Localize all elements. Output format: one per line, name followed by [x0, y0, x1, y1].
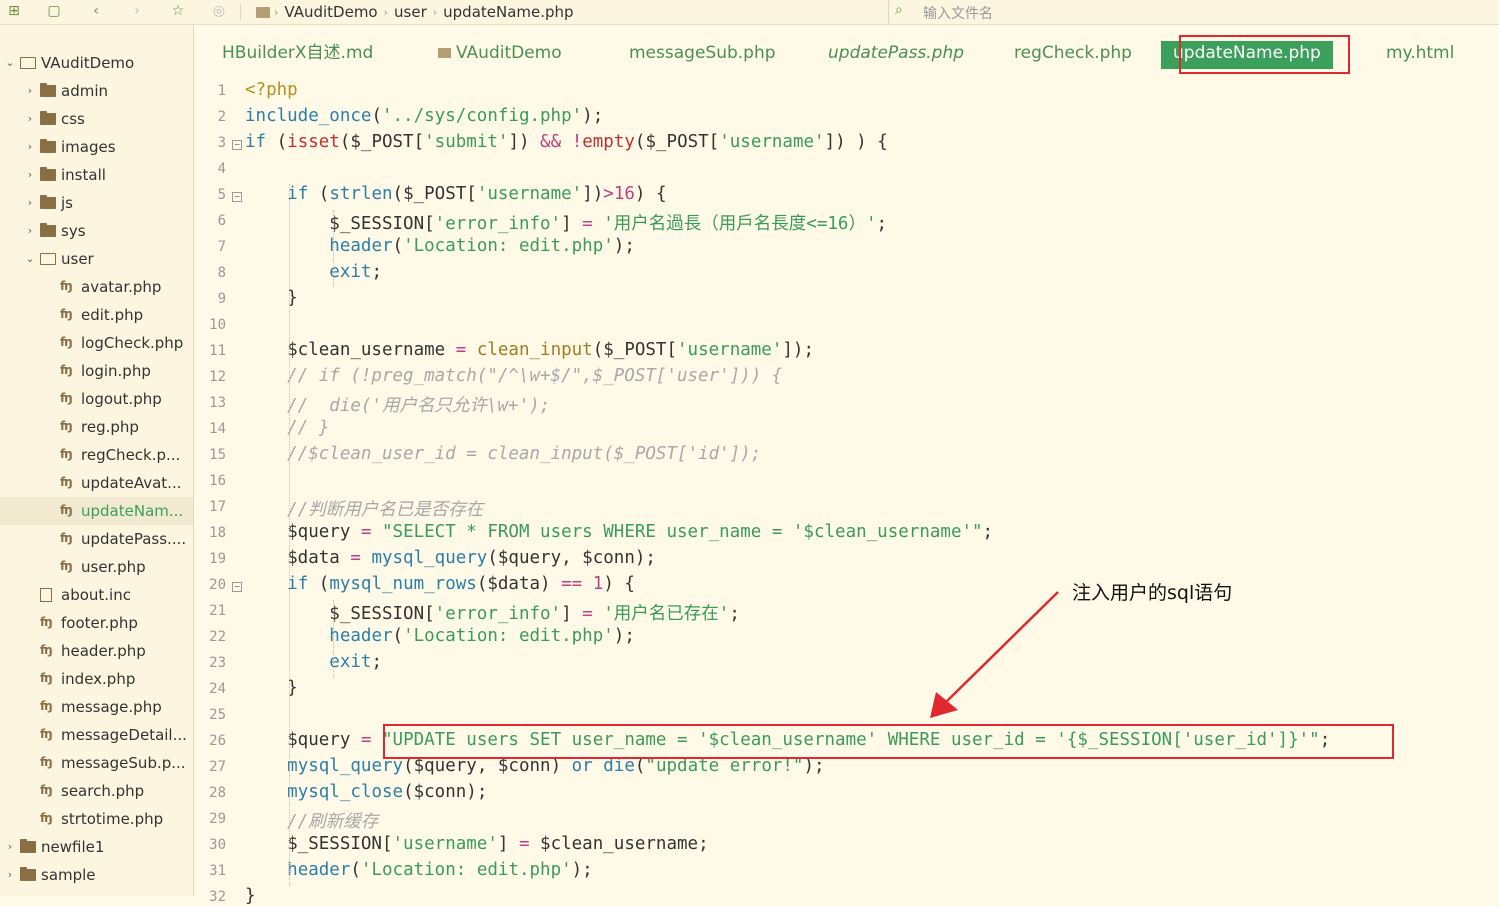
- annotation-arrow: [930, 591, 1059, 718]
